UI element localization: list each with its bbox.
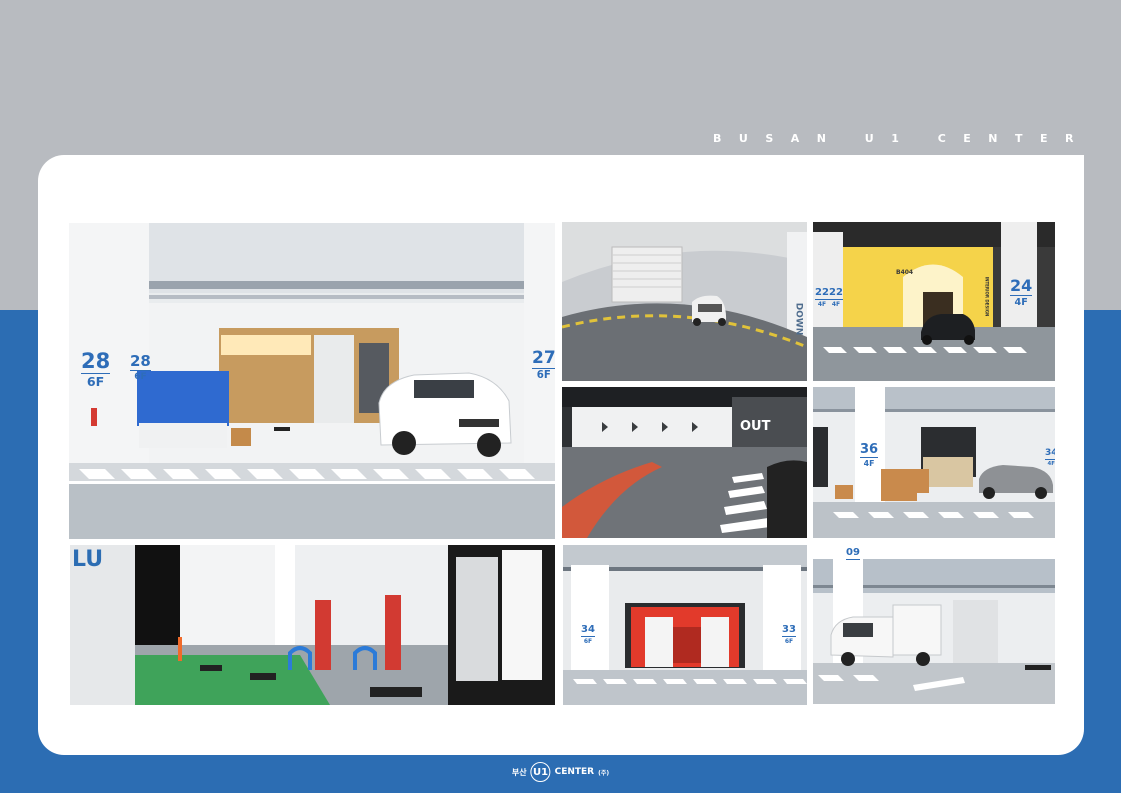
photo-red-corridor: 34 6F 33 6F	[563, 545, 807, 705]
photo-card: 28 6F 28 6F 27 6F DOWN 22 4F 22 4F 24 4F…	[38, 155, 1084, 755]
pillar-number: 09	[846, 547, 860, 560]
pillar-number: 36	[860, 442, 879, 458]
photo-exit-ramp: OUT	[562, 387, 807, 538]
delivery-truck-scene	[813, 545, 1055, 704]
pillar-floor: 4F	[817, 301, 827, 308]
footer-city: 부산	[511, 767, 527, 777]
pillar-sign-22-b: 22 4F	[829, 288, 843, 308]
pillar-sign-36: 36 4F	[860, 442, 879, 468]
pillar-number: 34	[1045, 449, 1055, 460]
pillar-number: 22	[829, 287, 843, 300]
pillar-floor: 6F	[583, 638, 593, 645]
u1-logo-mark: U1	[530, 762, 551, 782]
loading-dock-scene	[813, 387, 1055, 538]
pillar-floor: 6F	[784, 638, 794, 645]
photo-ev-chargers: LU	[70, 545, 555, 705]
red-corridor-scene	[563, 545, 807, 705]
pillar-sign-27: 27 6F	[532, 350, 555, 381]
pillar-floor: 4F	[831, 301, 841, 308]
pillar-sign-28-a: 28 6F	[81, 349, 111, 389]
pillar-sign-22-a: 22 4F	[815, 288, 829, 308]
ev-chargers-scene	[70, 545, 555, 705]
pillar-sign-34-6f: 34 6F	[581, 625, 595, 645]
pillar-number: 28	[81, 349, 111, 374]
footer-suffix: (주)	[598, 769, 610, 777]
ramp-wall-text: DOWN	[793, 302, 804, 336]
pillar-floor: 4F	[863, 459, 875, 468]
pillar-number: 33	[782, 624, 796, 637]
photo-delivery-truck: 09	[813, 545, 1055, 704]
circular-ramp-scene	[562, 222, 807, 381]
pillar-sign-24: 24 4F	[1010, 276, 1033, 308]
pillar-sign-09: 09	[846, 548, 860, 560]
photo-loading-dock: 36 4F 34 4F	[813, 387, 1055, 538]
pillar-number: 28	[130, 352, 151, 371]
pillar-number: 22	[815, 287, 829, 300]
footer-name: CENTER	[554, 767, 595, 777]
photo-lit-entrance: 22 4F 22 4F 24 4F B404 INTERIOR DESIGN	[813, 222, 1055, 381]
pillar-floor: 4F	[1014, 297, 1028, 308]
side-sign: INTERIOR DESIGN	[984, 276, 990, 317]
footer-logo: 부산 U1 CENTER (주)	[512, 762, 609, 782]
pillar-floor: 6F	[134, 372, 147, 382]
exit-ramp-scene	[562, 387, 807, 538]
pillar-floor: 6F	[536, 370, 551, 381]
pillar-sign-33-6f: 33 6F	[782, 625, 796, 645]
pillar-sign-34: 34 4F	[1045, 449, 1055, 467]
pillar-number: 24	[1010, 276, 1033, 296]
pillar-floor: 6F	[86, 374, 105, 389]
brand-title: BUSAN U1 CENTER	[713, 132, 1091, 145]
door-sign: B404	[896, 269, 914, 276]
pillar-number: 34	[581, 624, 595, 637]
exit-wall-text: OUT	[740, 419, 771, 434]
ev-wall-text: LU	[72, 547, 104, 572]
pillar-sign-28-b: 28 6F	[130, 354, 151, 382]
photo-parking-suv: 28 6F 28 6F 27 6F	[69, 223, 555, 539]
pillar-number: 27	[532, 348, 555, 369]
photo-circular-ramp: DOWN	[562, 222, 807, 381]
pillar-floor: 4F	[1047, 461, 1055, 467]
